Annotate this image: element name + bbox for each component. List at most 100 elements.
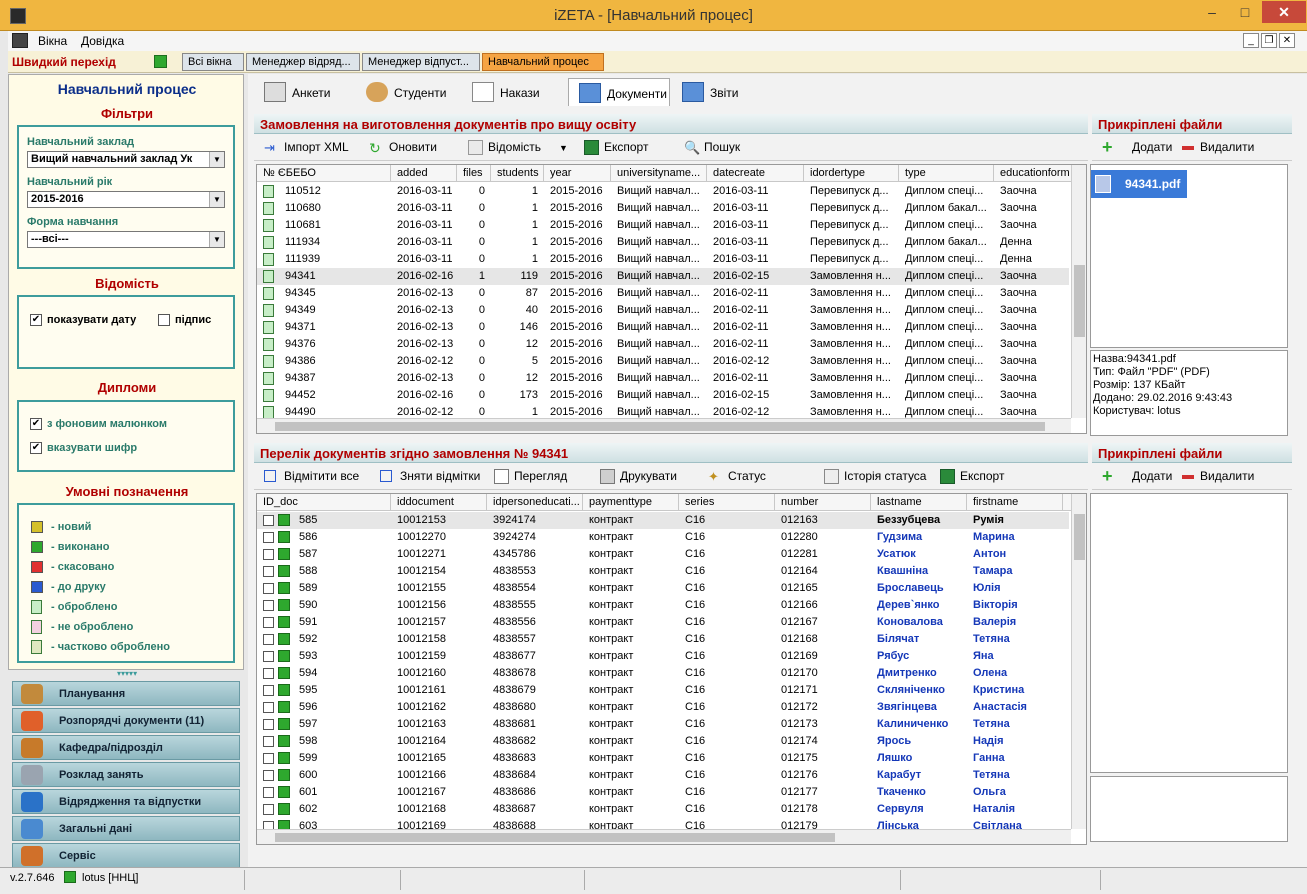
show-date-checkbox[interactable]: ✔: [30, 314, 42, 326]
row-checkbox[interactable]: [263, 753, 274, 764]
scroll-thumb[interactable]: [1074, 265, 1085, 337]
check-all-button[interactable]: Відмітити все: [264, 469, 359, 483]
row-checkbox[interactable]: [263, 685, 274, 696]
tab-documents[interactable]: Документи: [568, 78, 670, 106]
column-header[interactable]: ID_doc: [257, 494, 391, 511]
cipher-checkbox[interactable]: ✔: [30, 442, 42, 454]
scroll-thumb[interactable]: [1074, 514, 1085, 560]
row-checkbox[interactable]: [263, 549, 274, 560]
mdi-restore-button[interactable]: ❐: [1261, 33, 1277, 48]
menu-item-help[interactable]: Довідка: [81, 34, 124, 48]
chevron-down-icon[interactable]: ▼: [559, 143, 568, 153]
minimize-button[interactable]: –: [1197, 1, 1227, 23]
signature-checkbox[interactable]: [158, 314, 170, 326]
add-file-button-2[interactable]: + Додати: [1102, 466, 1172, 486]
row-checkbox[interactable]: [263, 787, 274, 798]
year-select[interactable]: 2015-2016 ▼: [27, 191, 225, 208]
orders-vertical-scrollbar[interactable]: [1071, 165, 1086, 418]
mdi-close-button[interactable]: ✕: [1279, 33, 1295, 48]
docs-export-button[interactable]: Експорт: [940, 469, 1004, 484]
nav-schedule[interactable]: Розклад занять: [12, 762, 240, 787]
status-history-button[interactable]: Історія статуса: [824, 469, 926, 484]
delete-file-button[interactable]: Видалити: [1182, 140, 1254, 154]
row-checkbox[interactable]: [263, 617, 274, 628]
column-header[interactable]: students: [491, 165, 544, 182]
form-select[interactable]: ---всі--- ▼: [27, 231, 225, 248]
column-header[interactable]: iddocument: [391, 494, 487, 511]
row-checkbox[interactable]: [263, 651, 274, 662]
column-header[interactable]: series: [679, 494, 775, 511]
window-tab-vacations[interactable]: Менеджер відпуст...: [362, 53, 480, 71]
docs-vertical-scrollbar[interactable]: [1071, 494, 1086, 829]
row-checkbox[interactable]: [263, 702, 274, 713]
row-checkbox[interactable]: [263, 804, 274, 815]
nav-planning[interactable]: Планування: [12, 681, 240, 706]
close-button[interactable]: ✕: [1262, 1, 1306, 23]
window-tab-education[interactable]: Навчальний процес: [482, 53, 604, 71]
preview-button[interactable]: Перегляд: [494, 469, 567, 484]
row-checkbox[interactable]: [263, 532, 274, 543]
row-checkbox[interactable]: [263, 634, 274, 645]
window-tab-trips[interactable]: Менеджер відряд...: [246, 53, 360, 71]
column-header[interactable]: № ЄБЕБО: [257, 165, 391, 182]
column-header[interactable]: firstname: [967, 494, 1063, 511]
nav-service[interactable]: Сервіс: [12, 843, 240, 868]
row-checkbox[interactable]: [263, 600, 274, 611]
column-header[interactable]: number: [775, 494, 871, 511]
row-checkbox[interactable]: [263, 583, 274, 594]
tab-reports[interactable]: Звіти: [672, 78, 776, 106]
status-button[interactable]: ✦ Статус: [708, 469, 766, 484]
nav-general[interactable]: Загальні дані: [12, 816, 240, 841]
table-cell: 2016-02-11: [713, 287, 769, 299]
vidomist-button[interactable]: Відомість ▼: [468, 140, 568, 155]
search-button[interactable]: 🔍 Пошук: [684, 140, 740, 155]
play-icon[interactable]: [154, 55, 167, 68]
refresh-button[interactable]: ↻ Оновити: [369, 140, 437, 156]
column-header[interactable]: files: [457, 165, 491, 182]
nav-department[interactable]: Кафедра/підрозділ: [12, 735, 240, 760]
column-header[interactable]: idpersoneducati...: [487, 494, 583, 511]
nav-orders[interactable]: Розпорядчі документи (11): [12, 708, 240, 733]
menu-item-windows[interactable]: Вікна: [38, 34, 67, 48]
institution-select[interactable]: Вищий навчальний заклад Ук ▼: [27, 151, 225, 168]
attached-files-list-2[interactable]: [1090, 493, 1288, 773]
column-header[interactable]: educationform: [994, 165, 1074, 182]
background-checkbox[interactable]: ✔: [30, 418, 42, 430]
tab-questionnaires[interactable]: Анкети: [254, 78, 354, 106]
window-tab-all[interactable]: Всі вікна: [182, 53, 244, 71]
file-item[interactable]: 94341.pdf: [1091, 170, 1187, 198]
orders-horizontal-scrollbar[interactable]: [257, 418, 1071, 433]
row-checkbox[interactable]: [263, 668, 274, 679]
row-checkbox[interactable]: [263, 566, 274, 577]
attached-files-list[interactable]: 94341.pdf: [1090, 164, 1288, 348]
row-checkbox[interactable]: [263, 515, 274, 526]
tab-orders[interactable]: Накази: [462, 78, 566, 106]
scroll-thumb[interactable]: [275, 422, 1045, 431]
print-button[interactable]: Друкувати: [600, 469, 677, 484]
tab-students[interactable]: Студенти: [356, 78, 460, 106]
column-header[interactable]: lastname: [871, 494, 967, 511]
orders-table[interactable]: № ЄБЕБО added files students year universityn…: [256, 164, 1087, 434]
documents-table[interactable]: ID_doc iddocument idpersoneducati... paymen…: [256, 493, 1087, 845]
nav-trips[interactable]: Відрядження та відпустки: [12, 789, 240, 814]
column-header[interactable]: year: [544, 165, 611, 182]
column-header[interactable]: idordertype: [804, 165, 899, 182]
maximize-button[interactable]: □: [1230, 1, 1260, 23]
column-header[interactable]: paymenttype: [583, 494, 679, 511]
docs-horizontal-scrollbar[interactable]: [257, 829, 1071, 844]
row-checkbox[interactable]: [263, 736, 274, 747]
row-checkbox[interactable]: [263, 770, 274, 781]
column-header[interactable]: type: [899, 165, 994, 182]
table-cell: Дмитренко: [877, 667, 937, 679]
delete-file-button-2[interactable]: Видалити: [1182, 469, 1254, 483]
mdi-minimize-button[interactable]: _: [1243, 33, 1259, 48]
scroll-thumb[interactable]: [275, 833, 835, 842]
export-button[interactable]: Експорт: [584, 140, 648, 155]
uncheck-all-button[interactable]: Зняти відмітки: [380, 469, 480, 483]
row-checkbox[interactable]: [263, 719, 274, 730]
column-header[interactable]: datecreate: [707, 165, 804, 182]
import-xml-button[interactable]: ⇥ Імпорт XML: [264, 140, 349, 155]
add-file-button[interactable]: + Додати: [1102, 137, 1172, 157]
column-header[interactable]: added: [391, 165, 457, 182]
column-header[interactable]: universityname...: [611, 165, 707, 182]
